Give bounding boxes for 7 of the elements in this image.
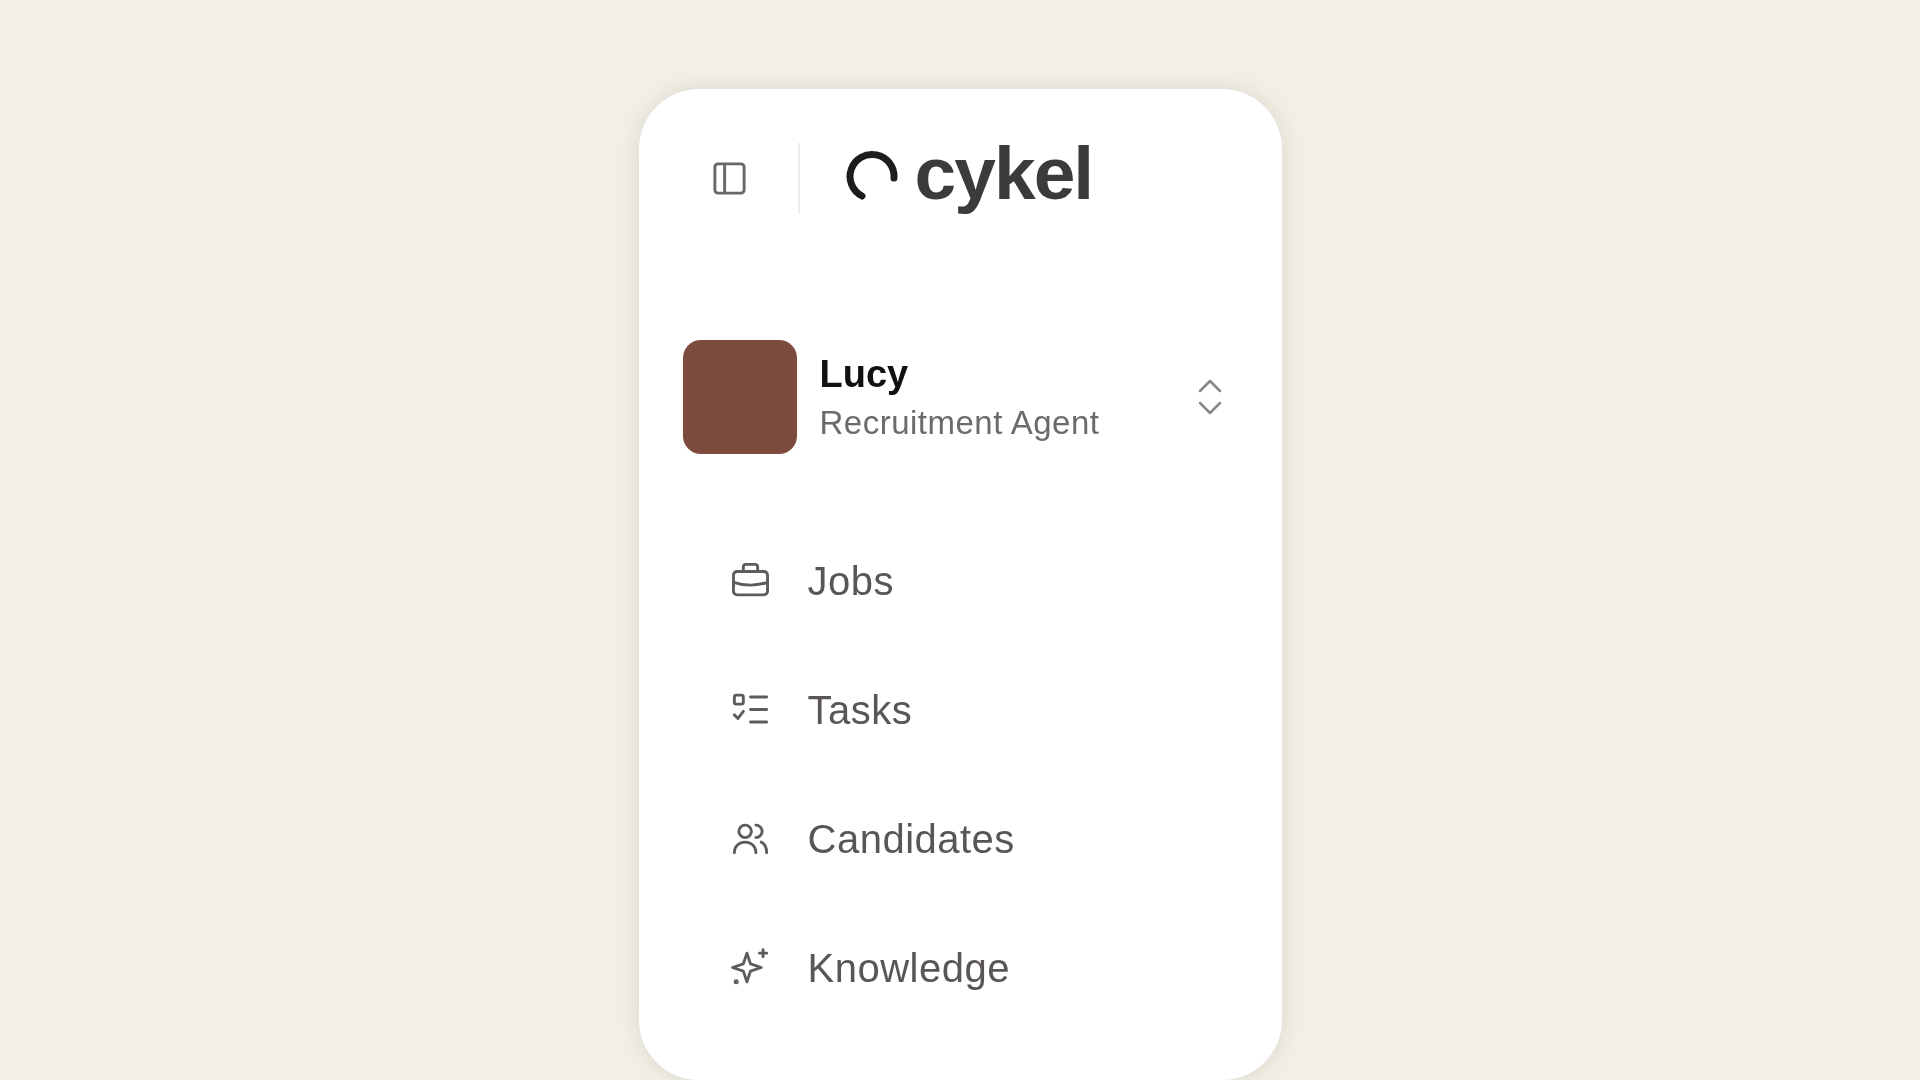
nav-item[interactable]: Jobs (698, 516, 1222, 645)
logo-text: cykel (914, 135, 1093, 217)
nav-item[interactable]: Knowledge (698, 903, 1222, 1032)
user-name: Lucy (819, 351, 910, 397)
user-role: Recruitment Agent (819, 403, 1101, 444)
nav-item[interactable]: Tasks (698, 645, 1222, 774)
nav-item[interactable]: Candidates (698, 774, 1222, 903)
